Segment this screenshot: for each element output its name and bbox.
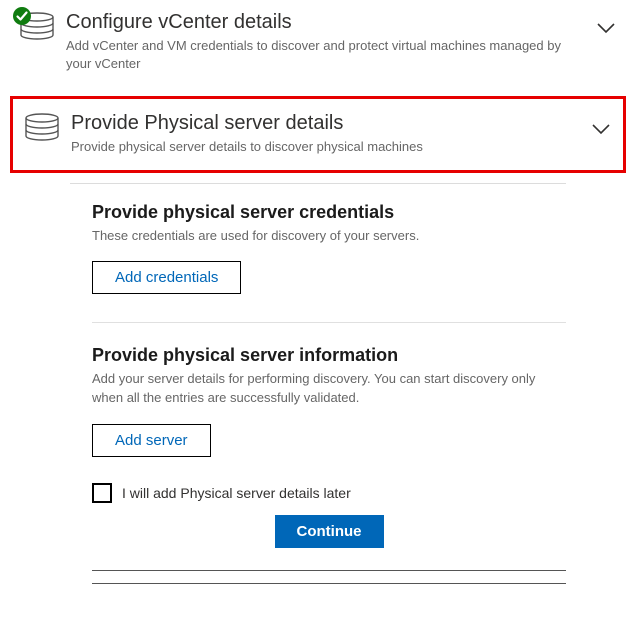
continue-button[interactable]: Continue — [275, 515, 384, 548]
add-later-checkbox-row: I will add Physical server details later — [92, 483, 566, 503]
physical-step-text: Provide Physical server details Provide … — [71, 111, 581, 156]
separator-line — [92, 583, 566, 584]
continue-row: Continue — [92, 515, 566, 548]
add-later-checkbox[interactable] — [92, 483, 112, 503]
separator-line — [92, 570, 566, 571]
add-later-label: I will add Physical server details later — [122, 485, 351, 501]
chevron-down-icon[interactable] — [594, 16, 618, 45]
info-subtitle: Add your server details for performing d… — [92, 370, 566, 408]
step-physical-highlight: Provide Physical server details Provide … — [10, 96, 626, 173]
chevron-down-icon[interactable] — [589, 117, 613, 146]
info-title: Provide physical server information — [92, 345, 566, 366]
vcenter-step-text: Configure vCenter details Add vCenter an… — [66, 10, 586, 72]
vcenter-step-title: Configure vCenter details — [66, 10, 586, 35]
vcenter-step-subtitle: Add vCenter and VM credentials to discov… — [66, 37, 586, 72]
credentials-section: Provide physical server credentials Thes… — [92, 202, 566, 295]
step-configure-vcenter[interactable]: Configure vCenter details Add vCenter an… — [10, 6, 626, 82]
info-section: Provide physical server information Add … — [92, 345, 566, 457]
bottom-separators — [92, 570, 566, 584]
vcenter-step-icon-wrap — [18, 12, 56, 49]
credentials-title: Provide physical server credentials — [92, 202, 566, 223]
physical-details-content: Provide physical server credentials Thes… — [10, 184, 626, 549]
check-success-icon — [12, 6, 32, 26]
physical-step-subtitle: Provide physical server details to disco… — [71, 138, 581, 156]
physical-step-title: Provide Physical server details — [71, 111, 581, 136]
inner-divider — [92, 322, 566, 323]
credentials-subtitle: These credentials are used for discovery… — [92, 227, 566, 246]
add-server-button[interactable]: Add server — [92, 424, 211, 457]
physical-step-icon-wrap — [23, 113, 61, 150]
step-provide-physical[interactable]: Provide Physical server details Provide … — [23, 111, 613, 156]
database-icon — [18, 31, 56, 48]
database-icon — [23, 132, 61, 149]
add-credentials-button[interactable]: Add credentials — [92, 261, 241, 294]
